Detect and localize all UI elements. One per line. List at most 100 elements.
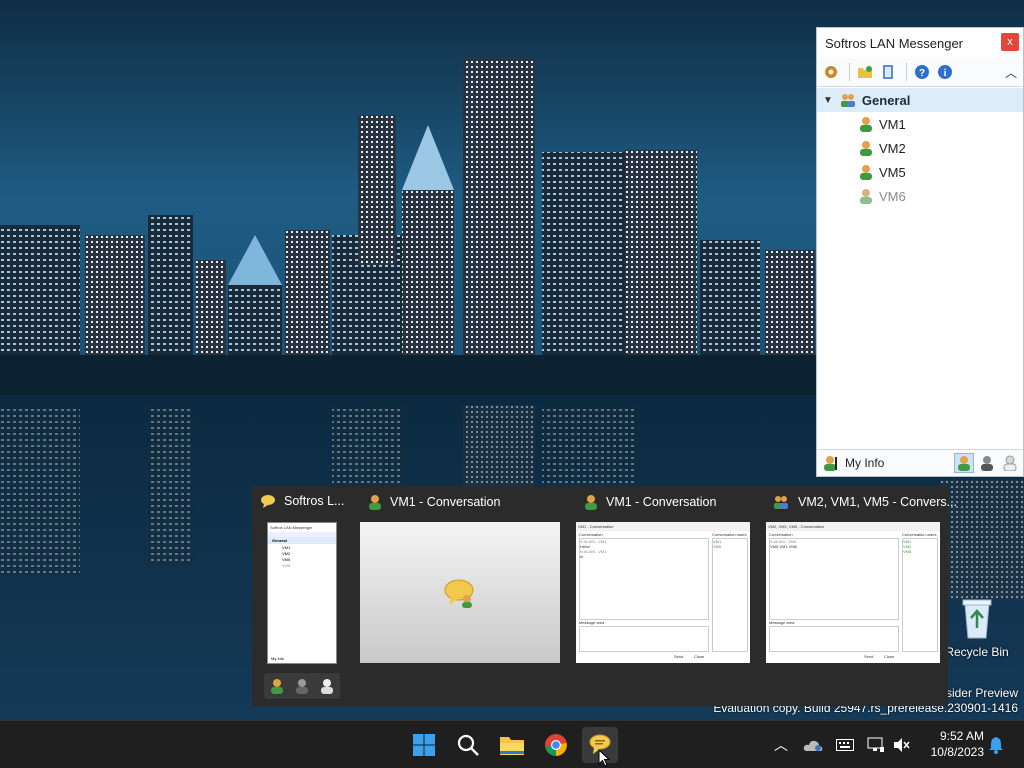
search-button[interactable] xyxy=(450,727,486,763)
conv-section-label: Conversation xyxy=(769,532,793,537)
conv-message-label: Message area xyxy=(579,620,605,625)
conv-message-label: Message area xyxy=(769,620,795,625)
user-online-icon xyxy=(860,141,872,156)
system-clock[interactable]: 9:52 AM 10/8/2023 xyxy=(920,728,984,760)
contact-name: VM6 xyxy=(879,188,906,204)
messenger-icon xyxy=(260,494,276,508)
mouse-cursor-icon xyxy=(598,749,610,767)
status-away-icon xyxy=(981,456,993,471)
notification-bell-icon[interactable] xyxy=(986,735,1006,755)
conv-participant: VM5 xyxy=(903,549,912,554)
thumbnail-group-conversation[interactable]: VM2, VM1, VM5 - Convers... VM2, VM1, VM5… xyxy=(764,486,957,706)
conv-header: VM2, VM1, VM5 - Conversation xyxy=(766,522,940,531)
thumbnail-vm1-conversation-a[interactable]: VM1 - Conversation xyxy=(360,486,568,706)
conv-send-button: Send xyxy=(674,654,684,659)
conv-participant: VM6 xyxy=(713,544,722,549)
thumbnail-preview: Softros LAN Messenger General VM1 VM2 VM… xyxy=(267,522,337,664)
contact-vm5[interactable]: VM5 xyxy=(817,160,1023,184)
mini-member: VM6 xyxy=(282,563,291,568)
my-info-label: My Info xyxy=(845,456,885,470)
file-explorer-icon xyxy=(500,737,524,755)
conv-close-button: Close xyxy=(884,654,895,659)
clock-date: 10/8/2023 xyxy=(930,745,984,759)
thumbnail-title: VM2, VM1, VM5 - Convers... xyxy=(798,495,958,509)
thumbnail-title: Softros L... xyxy=(284,494,345,508)
start-icon xyxy=(413,734,435,756)
conv-participants: VM1 VM2 VM5 xyxy=(902,538,938,652)
offline-status-thumb-button[interactable] xyxy=(320,678,334,694)
svg-text:i: i xyxy=(944,68,947,79)
status-online-button[interactable] xyxy=(954,453,974,473)
messenger-window: Softros LAN Messenger x ? i ︿ ▼ General … xyxy=(816,27,1024,477)
conv-message-box xyxy=(579,626,709,652)
chrome-button[interactable] xyxy=(538,727,574,763)
user-icon xyxy=(584,494,598,510)
contact-name: VM2 xyxy=(879,140,906,156)
history-icon[interactable] xyxy=(878,62,898,82)
thumbnail-preview: VM2, VM1, VM5 - Conversation Conversatio… xyxy=(766,522,940,663)
settings-icon[interactable] xyxy=(821,62,841,82)
conv-send-button: Send xyxy=(864,654,874,659)
away-status-thumb-button[interactable] xyxy=(295,678,309,694)
contact-vm1[interactable]: VM1 xyxy=(817,112,1023,136)
online-status-thumb-button[interactable] xyxy=(270,678,284,694)
close-button[interactable]: x xyxy=(1001,33,1019,51)
user-online-icon xyxy=(860,117,872,132)
start-button[interactable] xyxy=(406,727,442,763)
conv-history: 9:45 AM - VM1 Hello! 9:46 AM - VM1 hi xyxy=(579,538,709,620)
contact-vm2[interactable]: VM2 xyxy=(817,136,1023,160)
user-icon xyxy=(368,494,382,510)
taskbar-thumbnail-popup: Softros L... Softros LAN Messenger Gener… xyxy=(252,486,957,706)
mini-my-info: My Info xyxy=(271,656,285,661)
keyboard-icon[interactable] xyxy=(835,735,855,755)
conv-header: VM1 - Conversation xyxy=(576,522,750,531)
collapse-toolbar-icon[interactable]: ︿ xyxy=(1005,64,1017,81)
onedrive-icon[interactable] xyxy=(803,735,823,755)
help-icon[interactable]: ? xyxy=(912,62,932,82)
messenger-taskbar-button[interactable] xyxy=(582,727,618,767)
conv-line: hi xyxy=(580,554,584,559)
search-icon xyxy=(457,734,479,756)
taskbar: ︿ 9:52 AM 10/8/2023 xyxy=(0,720,1024,768)
conv-participants: VM1 VM6 xyxy=(712,538,748,652)
my-info-icon xyxy=(824,456,837,471)
chrome-icon xyxy=(545,734,567,756)
thumbnail-messenger-main[interactable]: Softros L... Softros LAN Messenger Gener… xyxy=(252,486,352,706)
open-folder-icon[interactable] xyxy=(855,62,875,82)
conv-message-box xyxy=(769,626,899,652)
conv-line: VM5 VM1 VM6 xyxy=(770,544,797,549)
group-label: General xyxy=(861,92,911,108)
info-icon[interactable]: i xyxy=(935,62,955,82)
messenger-title-bar[interactable]: Softros LAN Messenger x xyxy=(817,28,1023,58)
clock-time: 9:52 AM xyxy=(939,729,984,743)
group-general[interactable]: ▼ General xyxy=(817,88,1023,112)
network-icon[interactable] xyxy=(866,735,886,755)
thumbnail-vm1-conversation-b[interactable]: VM1 - Conversation VM1 - Conversation Co… xyxy=(576,486,756,706)
contact-name: VM5 xyxy=(879,164,906,180)
contact-vm6[interactable]: VM6 xyxy=(817,184,1023,208)
volume-muted-icon[interactable] xyxy=(892,735,912,755)
thumbnail-toolbar xyxy=(264,673,340,699)
conv-close-button: Close xyxy=(694,654,705,659)
recycle-bin-shortcut[interactable]: Recycle Bin xyxy=(942,596,1012,659)
conv-history: 9:48 AM - VM6 VM5 VM1 VM6 xyxy=(769,538,899,620)
svg-text:?: ? xyxy=(919,68,925,79)
thumbnail-preview: VM1 - Conversation Conversation Conversa… xyxy=(576,522,750,663)
status-online-icon xyxy=(958,456,970,471)
watermark-line-1: nsider Preview xyxy=(939,686,1018,700)
user-online-icon xyxy=(860,165,872,180)
status-offline-button[interactable] xyxy=(1000,453,1020,473)
conv-participants-label: Conversation users xyxy=(902,532,937,537)
recycle-bin-icon xyxy=(962,599,992,639)
mini-title: Softros LAN Messenger xyxy=(270,525,313,530)
group-users-icon xyxy=(840,94,855,107)
thumbnail-preview xyxy=(360,522,560,663)
file-explorer-button[interactable] xyxy=(494,727,530,763)
conv-participants-label: Conversation users xyxy=(712,532,747,537)
status-away-button[interactable] xyxy=(977,453,997,473)
recycle-bin-label: Recycle Bin xyxy=(945,645,1009,659)
mini-group: General xyxy=(268,537,336,544)
show-hidden-icons-button[interactable]: ︿ xyxy=(771,735,791,755)
my-info-button[interactable]: My Info xyxy=(817,455,954,471)
chevron-down-icon[interactable]: ▼ xyxy=(823,95,833,106)
